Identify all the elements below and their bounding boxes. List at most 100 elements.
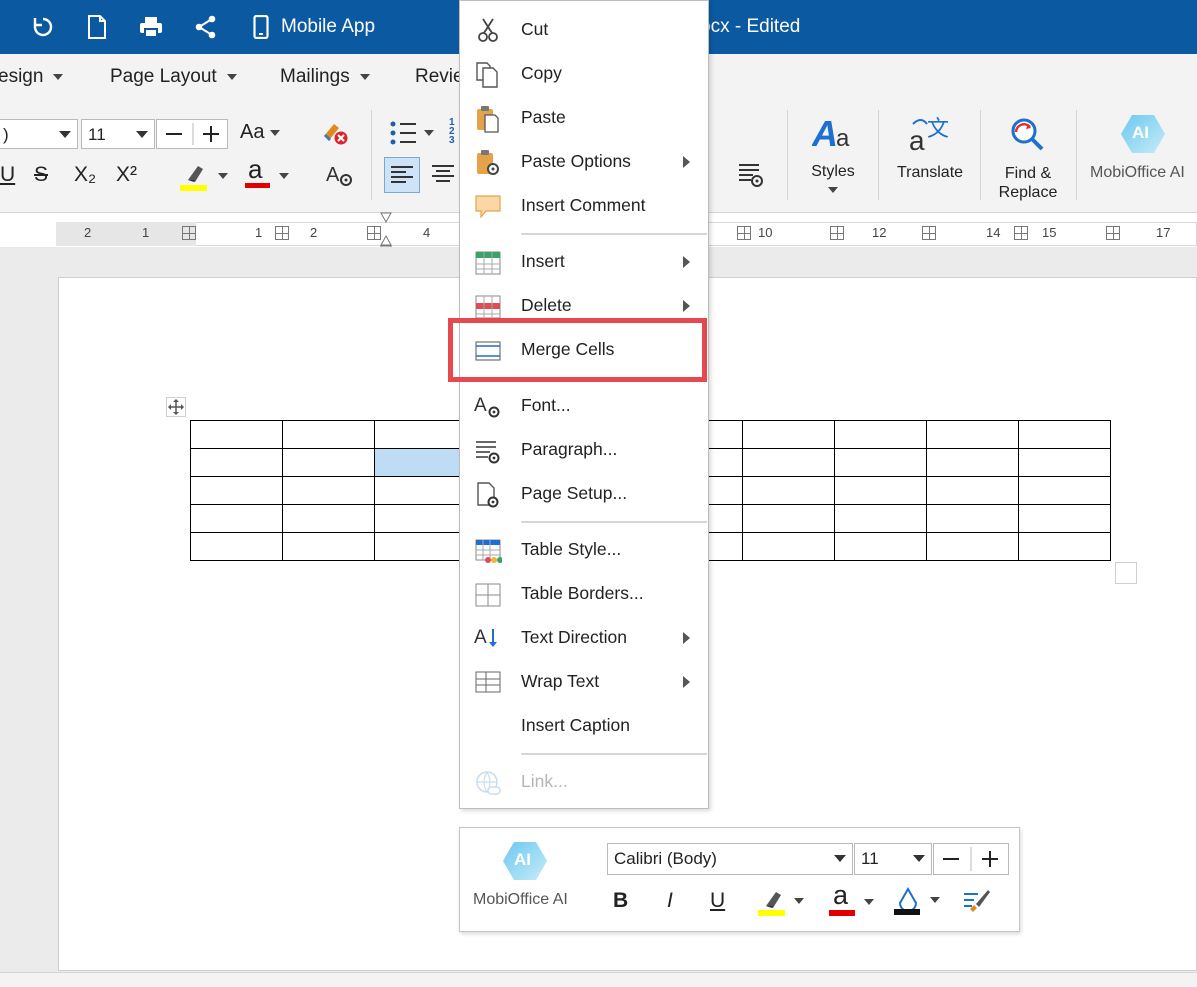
align-left-button[interactable]: [384, 157, 420, 193]
new-document-icon[interactable]: [82, 12, 112, 42]
font-settings-icon: A: [474, 393, 502, 419]
font-size-combo[interactable]: 11: [854, 843, 932, 875]
find-replace-icon[interactable]: [1006, 114, 1050, 159]
ruler-cell-marker[interactable]: [737, 226, 751, 240]
highlight-frame: [448, 318, 707, 382]
font-color-button[interactable]: a: [245, 154, 295, 195]
menu-item-insert-caption[interactable]: Insert Caption: [460, 705, 708, 745]
menu-item-page-setup[interactable]: Page Setup...: [460, 473, 708, 513]
mobioffice-ai-icon[interactable]: AI: [1120, 113, 1166, 155]
menu-item-copy[interactable]: Copy: [460, 53, 708, 93]
subscript-button[interactable]: X₂: [74, 163, 96, 187]
menu-item-cut[interactable]: Cut: [460, 9, 708, 49]
superscript-button[interactable]: X²: [116, 163, 137, 187]
tab-review[interactable]: Revie: [415, 66, 464, 88]
chevron-down-icon: [834, 855, 846, 862]
ai-badge-text: AI: [514, 850, 531, 869]
format-painter-icon[interactable]: [962, 886, 992, 921]
highlight-color-button[interactable]: [758, 886, 810, 923]
mobioffice-ai-label[interactable]: MobiOffice AI: [1090, 164, 1197, 182]
chevron-down-icon: [226, 73, 237, 80]
tab-design[interactable]: esign: [0, 66, 64, 88]
strikethrough-button[interactable]: S: [34, 163, 48, 187]
highlight-color-button[interactable]: [180, 160, 232, 197]
align-center-icon[interactable]: [428, 158, 458, 197]
ruler-number: 2: [84, 225, 92, 240]
chevron-right-icon: [683, 676, 690, 688]
chevron-down-icon: [59, 131, 71, 138]
numbered-list-icon[interactable]: 123: [449, 118, 455, 146]
mobile-app-link[interactable]: Mobile App: [281, 16, 375, 38]
ruler-cell-marker[interactable]: [1014, 226, 1028, 240]
chevron-down-icon: [359, 73, 370, 80]
chevron-down-icon[interactable]: [828, 187, 838, 193]
ruler-number: 4: [423, 225, 431, 240]
mobioffice-ai-icon[interactable]: AI: [502, 840, 548, 882]
ruler-cell-marker[interactable]: [922, 226, 936, 240]
font-color-glyph: a: [833, 880, 849, 910]
font-size-stepper[interactable]: [933, 843, 1009, 875]
selected-cell[interactable]: [374, 448, 467, 477]
font-size-stepper[interactable]: [156, 119, 228, 149]
print-icon[interactable]: [136, 12, 166, 42]
chevron-right-icon: [683, 300, 690, 312]
bold-button[interactable]: B: [613, 889, 628, 913]
undo-icon[interactable]: [28, 12, 58, 42]
mini-toolbar: AI MobiOffice AI Calibri (Body) 11 B I U…: [459, 827, 1020, 932]
bullet-list-icon[interactable]: [388, 118, 438, 153]
fill-color-button[interactable]: [892, 883, 944, 922]
find-replace-label[interactable]: Find & Replace: [990, 164, 1066, 202]
styles-label[interactable]: Styles: [800, 163, 866, 181]
underline-button[interactable]: U: [710, 889, 725, 913]
ruler-number: 14: [986, 225, 1001, 240]
translate-label[interactable]: Translate: [888, 164, 972, 182]
font-name-combo[interactable]: ): [0, 119, 78, 149]
clear-formatting-icon[interactable]: [320, 120, 350, 151]
font-name-value: Calibri (Body): [614, 849, 717, 868]
font-settings-icon[interactable]: A: [326, 162, 354, 193]
change-case-button[interactable]: Aa: [240, 121, 281, 144]
menu-item-insert[interactable]: Insert: [460, 241, 708, 281]
italic-button[interactable]: I: [667, 889, 673, 913]
menu-item-text-direction[interactable]: A Text Direction: [460, 617, 708, 657]
ruler-number: 17: [1156, 225, 1171, 240]
chevron-right-icon: [683, 156, 690, 168]
ruler-number: 1: [142, 225, 150, 240]
share-icon[interactable]: [191, 12, 221, 42]
ruler-cell-marker[interactable]: [182, 226, 196, 240]
ruler-cell-marker[interactable]: [275, 226, 289, 240]
table-style-icon: [474, 537, 503, 563]
mobile-phone-icon[interactable]: [246, 12, 276, 42]
paragraph-settings-icon[interactable]: [737, 160, 765, 193]
menu-item-table-borders[interactable]: Table Borders...: [460, 573, 708, 613]
menu-item-paste-options[interactable]: Paste Options: [460, 141, 708, 181]
menu-item-wrap-text[interactable]: Wrap Text: [460, 661, 708, 701]
table-resize-handle[interactable]: [1115, 562, 1137, 584]
ruler-number: 12: [872, 225, 887, 240]
menu-item-font[interactable]: A Font...: [460, 385, 708, 425]
mobioffice-ai-label[interactable]: MobiOffice AI: [473, 891, 568, 909]
tab-mailings[interactable]: Mailings: [280, 66, 370, 88]
ruler-cell-marker[interactable]: [830, 226, 844, 240]
tab-page-layout[interactable]: Page Layout: [110, 66, 237, 88]
underline-button[interactable]: U: [0, 163, 15, 187]
font-size-combo[interactable]: 11: [81, 119, 155, 149]
styles-icon[interactable]: Aa: [811, 113, 856, 159]
table-borders-icon: [474, 581, 502, 607]
svg-text:A: A: [326, 164, 340, 186]
menu-item-paste[interactable]: Paste: [460, 97, 708, 137]
ribbon-separator: [1076, 110, 1077, 200]
font-name-combo[interactable]: Calibri (Body): [607, 843, 853, 875]
ruler-cell-marker[interactable]: [367, 226, 381, 240]
menu-item-paragraph[interactable]: Paragraph...: [460, 429, 708, 469]
font-color-button[interactable]: a: [829, 880, 879, 923]
table-move-handle[interactable]: [166, 397, 186, 417]
chevron-down-icon: [913, 855, 925, 862]
table-insert-icon: [474, 249, 502, 275]
translate-icon[interactable]: a文: [907, 114, 951, 159]
menu-item-insert-comment[interactable]: Insert Comment: [460, 185, 708, 225]
ruler-cell-marker[interactable]: [1106, 226, 1120, 240]
menu-item-table-style[interactable]: Table Style...: [460, 529, 708, 569]
link-icon: [474, 769, 502, 795]
svg-text:A: A: [474, 395, 487, 416]
